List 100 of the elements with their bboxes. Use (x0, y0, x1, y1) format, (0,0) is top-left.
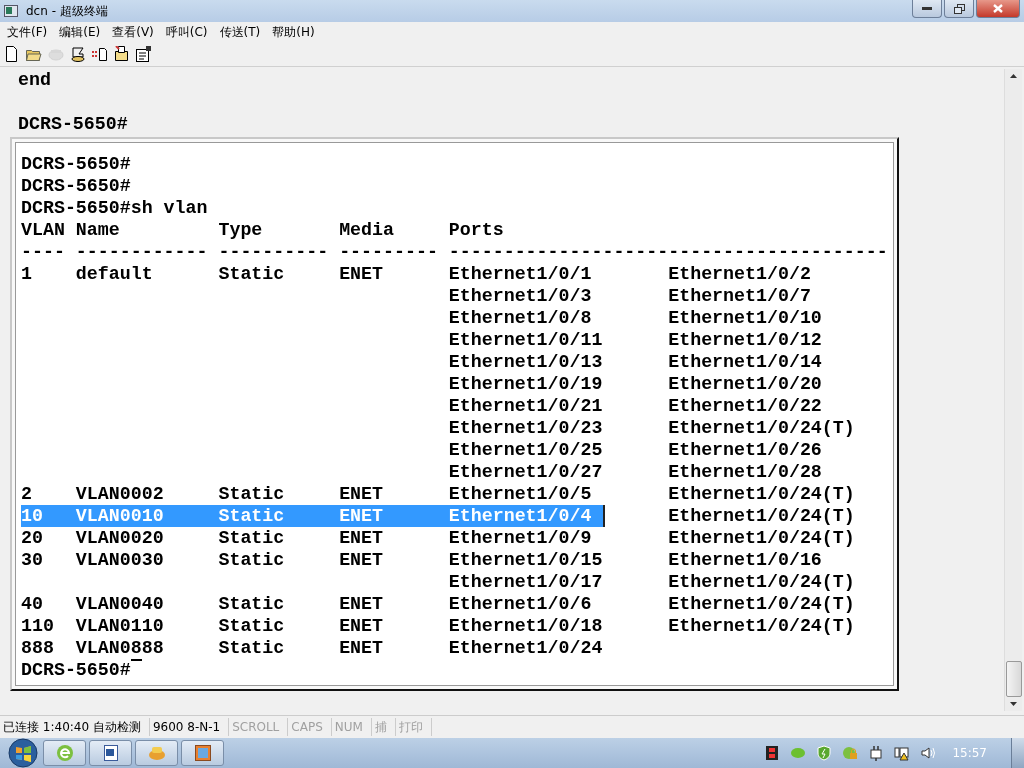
table-cell: Ethernet1/0/24(T) (668, 571, 855, 593)
scroll-thumb[interactable] (1005, 661, 1022, 697)
status-field: 打印 (395, 718, 432, 736)
table-cell-text: Ethernet1/0/21 (448, 395, 604, 417)
plug-icon[interactable] (868, 745, 885, 761)
table-cell-text: default (75, 263, 154, 285)
scroll-up-icon[interactable] (1010, 74, 1017, 78)
table-cell-text: Ethernet1/0/27 (448, 461, 604, 483)
table-cell: Ethernet1/0/28 (668, 461, 822, 483)
table-cell: Static (218, 505, 340, 527)
properties-icon[interactable] (136, 46, 152, 62)
table-cell-text: Ethernet1/0/9 (448, 527, 593, 549)
table-cell: Ethernet1/0/2 (668, 263, 811, 285)
table-cell-text: ENET (339, 527, 384, 549)
table-cell-text: 40 (21, 593, 44, 615)
table-cell-text: Ethernet1/0/15 (448, 549, 604, 571)
scrollbar[interactable] (1004, 69, 1022, 711)
table-cell-text: Ethernet1/0/1 (448, 263, 593, 285)
network-warning-icon[interactable] (894, 745, 911, 761)
close-icon (993, 4, 1003, 13)
start-icon[interactable] (6, 738, 40, 768)
table-cell-text: ENET (339, 637, 384, 659)
table-cell-text: Static (218, 483, 286, 505)
table-cell-text: Ethernet1/0/25 (448, 439, 604, 461)
table-cell-text: VLAN0888 (75, 637, 165, 659)
table-cell: ENET (339, 505, 449, 527)
show-desktop-button[interactable] (1011, 738, 1024, 768)
shield-icon[interactable] (816, 745, 833, 761)
table-cell: Ethernet1/0/12 (668, 329, 822, 351)
separator-line: ---- (21, 241, 66, 263)
table-cell-text: 20 (21, 527, 44, 549)
restore-button[interactable] (944, 0, 974, 18)
table-cell: Ethernet1/0/24(T) (668, 505, 855, 527)
table-cell-text: ENET (339, 615, 384, 637)
table-cell-text: VLAN0110 (75, 615, 165, 637)
table-cell-text: Static (218, 527, 286, 549)
table-cell-text: VLAN0030 (75, 549, 165, 571)
close-button[interactable] (976, 0, 1020, 18)
separator-line: ---------------------------------------- (448, 241, 888, 263)
new-file-icon[interactable] (4, 46, 20, 62)
window-title: dcn - 超级终端 (26, 2, 108, 20)
table-cell-text: VLAN0040 (75, 593, 165, 615)
window-icon (193, 744, 212, 762)
status-field: 捕 (371, 718, 396, 736)
table-cell-text: Static (218, 615, 286, 637)
column-header: Type (218, 219, 264, 241)
table-cell-text: VLAN0002 (75, 483, 165, 505)
terminal-line: DCRS-5650# (21, 659, 131, 681)
table-cell: Ethernet1/0/24(T) (668, 593, 855, 615)
table-cell-text: Ethernet1/0/8 (448, 307, 593, 329)
table-cell-text: Ethernet1/0/13 (448, 351, 604, 373)
minimize-button[interactable] (912, 0, 942, 18)
table-cell: Ethernet1/0/22 (668, 395, 822, 417)
terminal-line: DCRS-5650#sh vlan (21, 197, 208, 219)
table-cell-text: 888 (21, 637, 55, 659)
table-cell-text: 30 (21, 549, 44, 571)
table-cell-text: Ethernet1/0/18 (448, 615, 604, 637)
menu-item[interactable]: 传送(T) (214, 23, 268, 41)
table-cell-text: Static (218, 263, 286, 285)
table-cell: Ethernet1/0/7 (668, 285, 811, 307)
restore-icon (953, 3, 965, 14)
table-cell: Ethernet1/0/10 (668, 307, 822, 329)
minimize-icon (922, 6, 932, 11)
table-cell-text: Static (218, 637, 286, 659)
column-header: VLAN (21, 219, 66, 241)
taskbar-button[interactable] (43, 740, 86, 766)
terminal-line: end (17, 69, 52, 91)
receive-file-icon[interactable] (114, 46, 130, 62)
column-header: Ports (448, 219, 505, 241)
scroll-down-icon[interactable] (1010, 702, 1017, 706)
column-header: Name (75, 219, 121, 241)
table-cell-text: Ethernet1/0/6 (448, 593, 593, 615)
speaker-icon[interactable] (920, 745, 937, 761)
table-cell: Ethernet1/0/24(T) (668, 615, 855, 637)
table-cell: Ethernet1/0/14 (668, 351, 822, 373)
menu-item[interactable]: 查看(V) (107, 23, 161, 41)
table-cell-text: ENET (339, 593, 384, 615)
table-cell-text: Static (218, 549, 286, 571)
table-cell: Ethernet1/0/24(T) (668, 527, 855, 549)
separator-line: --------- (339, 241, 439, 263)
menu-item[interactable]: 呼叫(C) (160, 23, 215, 41)
film-icon[interactable] (764, 745, 781, 761)
terminal-line: DCRS-5650# (21, 153, 131, 175)
menu-item[interactable]: 帮助(H) (267, 23, 322, 41)
send-file-icon[interactable] (92, 46, 108, 62)
terminal-line: DCRS-5650# (17, 113, 129, 135)
table-cell-text: Ethernet1/0/3 (448, 285, 593, 307)
menu-item[interactable]: 文件(F) (2, 23, 55, 41)
separator-line: ------------ (75, 241, 209, 263)
table-cell-text: VLAN0020 (75, 527, 165, 549)
taskbar-button[interactable] (89, 740, 132, 766)
text-cursor (130, 659, 142, 661)
table-cell-text: 110 (21, 615, 55, 637)
taskbar-button[interactable] (181, 740, 224, 766)
status-field: 已连接 1:40:40 自动检测 (0, 718, 150, 736)
table-cell-text: Ethernet1/0/19 (448, 373, 604, 395)
app-icon (4, 5, 18, 17)
table-cell: VLAN0010 (75, 505, 219, 527)
table-cell: Ethernet1/0/24(T) (668, 417, 855, 439)
menu-item[interactable]: 编辑(E) (54, 23, 108, 41)
